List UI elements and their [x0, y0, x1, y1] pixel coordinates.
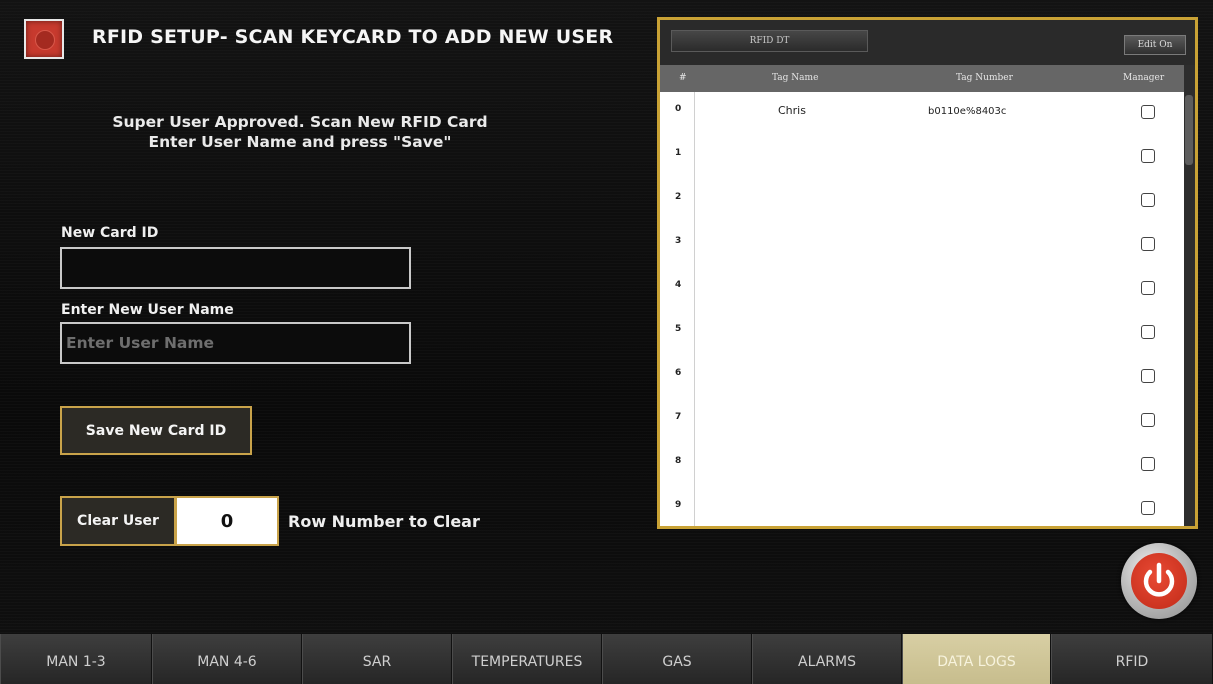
manager-checkbox[interactable]	[1141, 501, 1155, 515]
row-number-label: Row Number to Clear	[288, 512, 480, 531]
row-index: 7	[675, 412, 682, 422]
tab-alarms[interactable]: ALARMS	[752, 634, 902, 684]
manager-checkbox[interactable]	[1141, 281, 1155, 295]
manager-checkbox[interactable]	[1141, 413, 1155, 427]
row-index: 3	[675, 236, 682, 246]
row-index: 6	[675, 368, 682, 378]
row-number-input[interactable]: 0	[175, 496, 279, 546]
user-name-label: Enter New User Name	[61, 302, 234, 318]
manager-checkbox[interactable]	[1141, 237, 1155, 251]
tab-data-logs[interactable]: DATA LOGS	[902, 634, 1051, 684]
tab-temperatures[interactable]: TEMPERATURES	[452, 634, 602, 684]
row-index: 0	[675, 104, 682, 114]
tab-man-1-3[interactable]: MAN 1-3	[0, 634, 152, 684]
col-manager: Manager	[1123, 73, 1165, 83]
row-index: 1	[675, 148, 682, 158]
row-index: 5	[675, 324, 682, 334]
table-row[interactable]: 1	[660, 136, 1184, 180]
edit-on-button[interactable]: Edit On	[1124, 35, 1186, 55]
manager-checkbox[interactable]	[1141, 457, 1155, 471]
row-tag-name: Chris	[778, 104, 806, 117]
manager-checkbox[interactable]	[1141, 325, 1155, 339]
manager-checkbox[interactable]	[1141, 105, 1155, 119]
row-index: 4	[675, 280, 682, 290]
tab-sar[interactable]: SAR	[302, 634, 452, 684]
col-tag-number: Tag Number	[956, 73, 1013, 83]
row-tag-number: b0110e%8403c	[928, 106, 1007, 117]
card-id-label: New Card ID	[61, 225, 159, 241]
instructions-line-2: Enter User Name and press "Save"	[148, 133, 452, 151]
row-index: 8	[675, 456, 682, 466]
table-row[interactable]: 8	[660, 444, 1184, 488]
table-row[interactable]: 4	[660, 268, 1184, 312]
row-index: 9	[675, 500, 682, 510]
table-row[interactable]: 2	[660, 180, 1184, 224]
table-row[interactable]: 6	[660, 356, 1184, 400]
tab-rfid[interactable]: RFID	[1051, 634, 1213, 684]
power-icon	[1143, 562, 1175, 597]
manager-checkbox[interactable]	[1141, 193, 1155, 207]
instructions-line-1: Super User Approved. Scan New RFID Card	[112, 113, 488, 131]
table-scrollbar[interactable]	[1184, 65, 1195, 526]
table-toolbar: RFID DT Edit On	[660, 20, 1195, 65]
table-header: # Tag Name Tag Number Manager	[660, 65, 1184, 92]
tab-man-4-6[interactable]: MAN 4-6	[152, 634, 302, 684]
row-index: 2	[675, 192, 682, 202]
manager-checkbox[interactable]	[1141, 369, 1155, 383]
clear-user-button[interactable]: Clear User	[60, 496, 176, 546]
power-button[interactable]	[1121, 543, 1197, 619]
col-index: #	[679, 73, 687, 83]
table-row[interactable]: 5	[660, 312, 1184, 356]
instructions: Super User Approved. Scan New RFID Card …	[60, 112, 540, 152]
page-title: RFID SETUP- SCAN KEYCARD TO ADD NEW USER	[92, 26, 614, 48]
rfid-table-panel: RFID DT Edit On # Tag Name Tag Number Ma…	[657, 17, 1198, 529]
bottom-nav: MAN 1-3 MAN 4-6 SAR TEMPERATURES GAS ALARMS DA…	[0, 634, 1213, 684]
rfid-icon	[24, 19, 64, 59]
card-id-field[interactable]	[60, 247, 411, 289]
table-row[interactable]: 3	[660, 224, 1184, 268]
table-row[interactable]: 7	[660, 400, 1184, 444]
tab-gas[interactable]: GAS	[602, 634, 752, 684]
table-row[interactable]: 0 Chris b0110e%8403c	[660, 92, 1184, 136]
tab-rfid-dt[interactable]: RFID DT	[671, 30, 868, 52]
table-row[interactable]: 9	[660, 488, 1184, 526]
col-tag-name: Tag Name	[772, 73, 819, 83]
table-body: 0 Chris b0110e%8403c 1 2 3 4 5 6 7 8 9	[660, 92, 1184, 526]
manager-checkbox[interactable]	[1141, 149, 1155, 163]
user-name-field[interactable]: Enter User Name	[60, 322, 411, 364]
save-card-button[interactable]: Save New Card ID	[60, 406, 252, 455]
